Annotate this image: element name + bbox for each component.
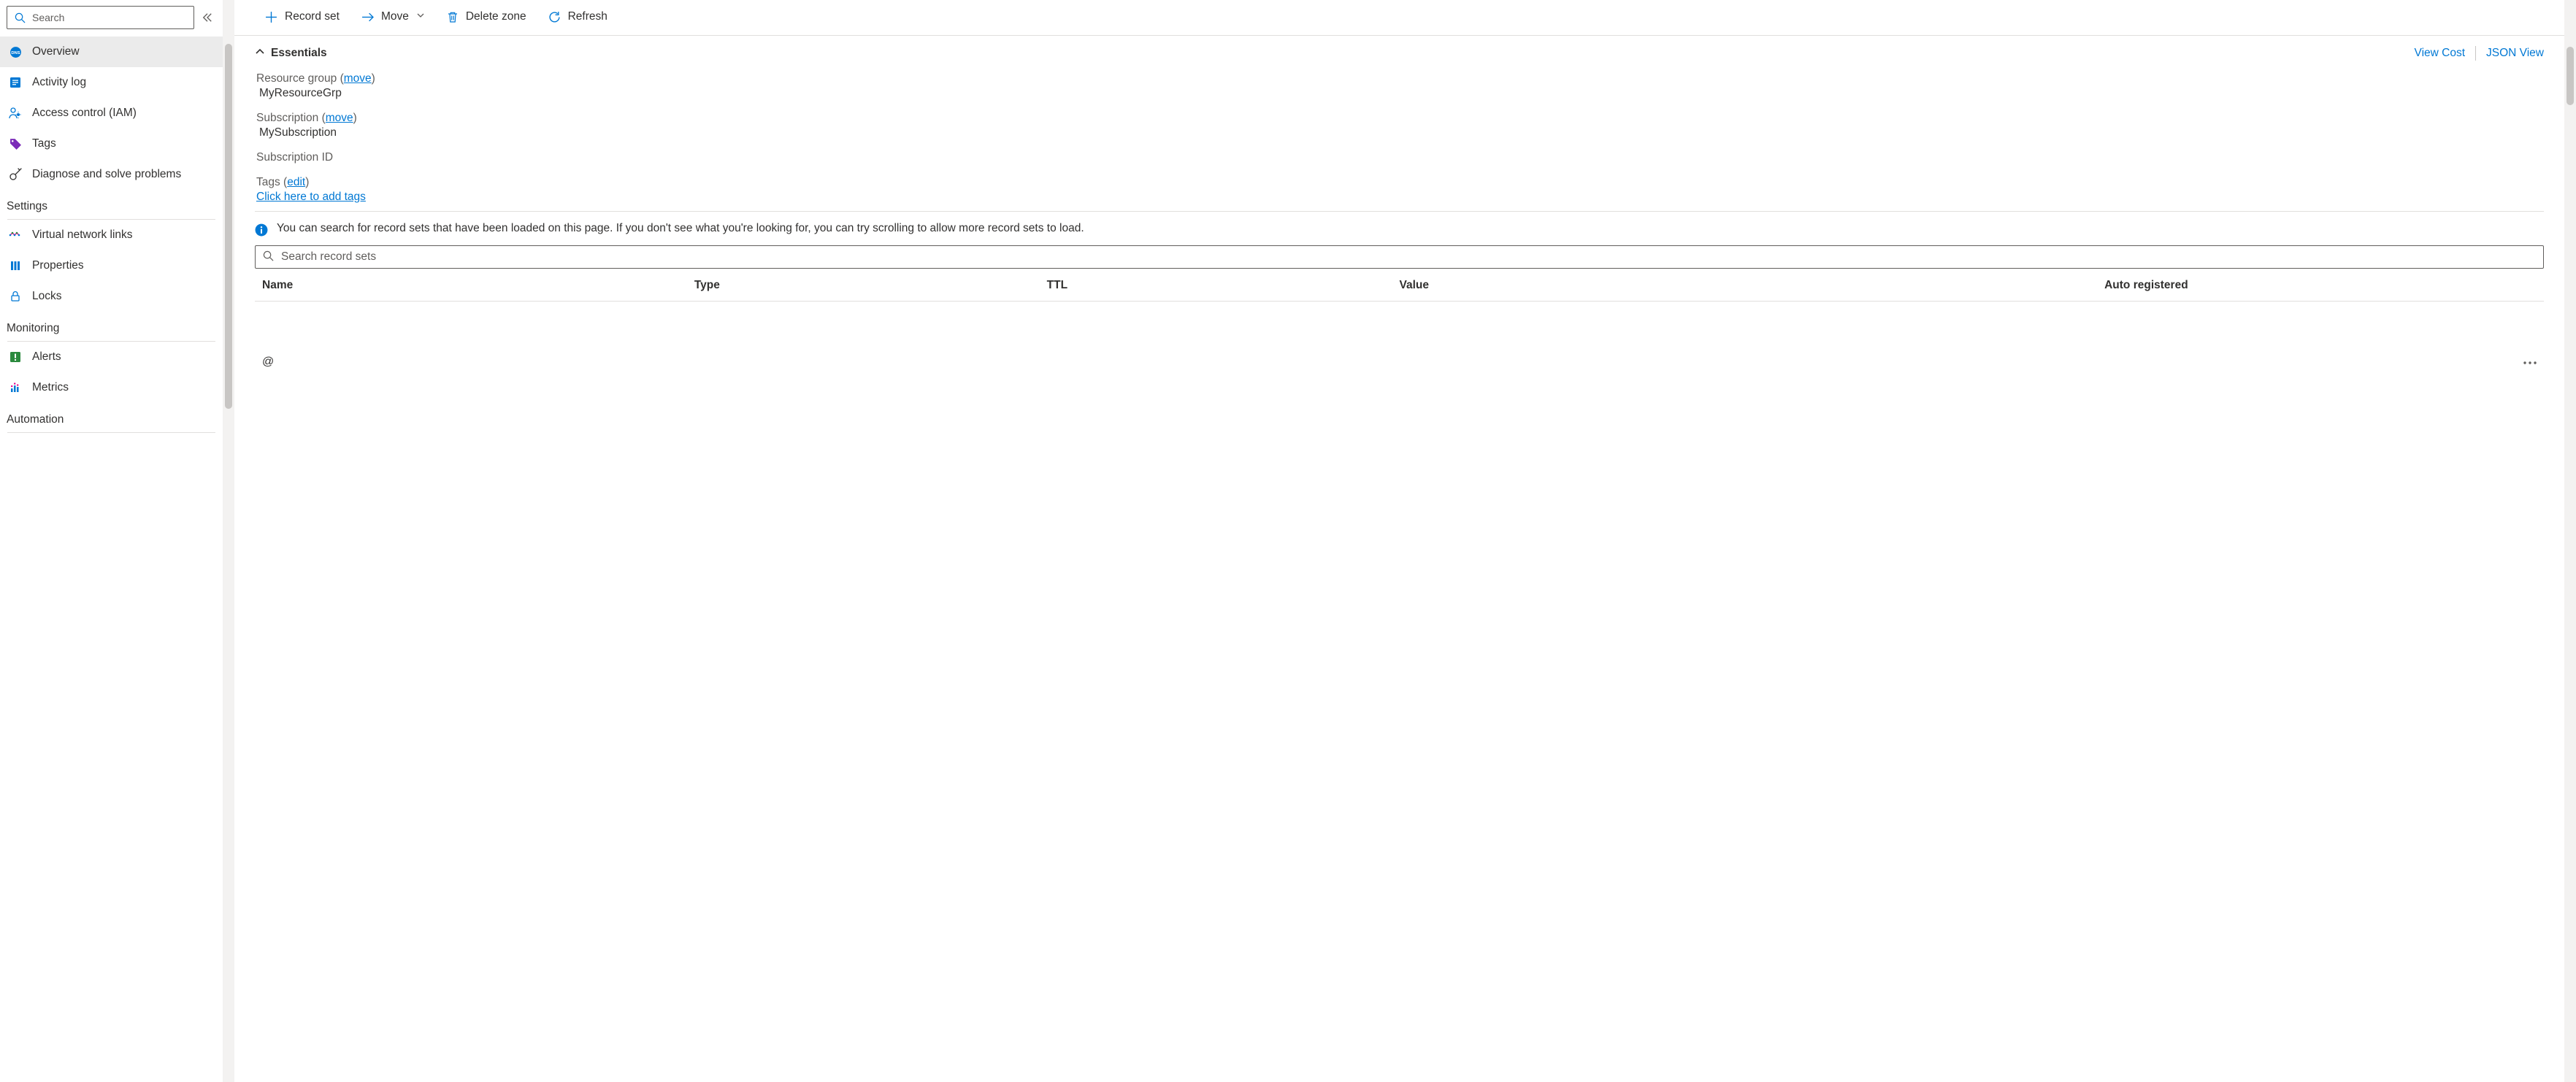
divider (255, 211, 2544, 212)
subscription-move-link[interactable]: move (326, 112, 353, 124)
delete-zone-button[interactable]: Delete zone (438, 6, 535, 28)
json-view-link[interactable]: JSON View (2486, 47, 2544, 60)
nav-item-activity-log[interactable]: Activity log (0, 67, 223, 98)
subscription-label: Subscription (move) (256, 112, 357, 124)
content-area: Essentials View Cost JSON View Resource … (234, 36, 2564, 1082)
sidebar: DNS Overview Activity log Access control… (0, 0, 223, 1082)
sidebar-collapse-button[interactable] (199, 9, 216, 26)
nav-item-locks[interactable]: Locks (0, 281, 223, 312)
nav-label: Tags (32, 137, 56, 150)
arrow-right-icon (361, 11, 374, 23)
chevron-down-icon (416, 10, 425, 23)
nav-label: Access control (IAM) (32, 107, 137, 120)
nav-label: Activity log (32, 76, 86, 89)
tool-label: Record set (285, 10, 340, 23)
nav-item-metrics[interactable]: Metrics (0, 372, 223, 403)
nav-item-vnet-links[interactable]: Virtual network links (0, 220, 223, 250)
nav-section-settings: Settings (0, 190, 223, 219)
nav-item-overview[interactable]: DNS Overview (0, 37, 223, 67)
col-auto[interactable]: Auto registered (2104, 279, 2507, 292)
chevron-up-icon (255, 47, 265, 61)
search-icon (13, 11, 26, 24)
access-control-icon (9, 107, 22, 120)
info-banner: You can search for record sets that have… (255, 220, 2544, 237)
col-type[interactable]: Type (694, 279, 1047, 292)
diagnose-icon (9, 168, 22, 181)
alerts-icon (9, 350, 22, 364)
main-panel: Record set Move Delete zone (234, 0, 2564, 1082)
tool-label: Refresh (568, 10, 607, 23)
move-button[interactable]: Move (353, 6, 434, 28)
essentials-body: Resource group (move) MyResourceGrp Subs… (255, 72, 2544, 204)
nav-label: Locks (32, 290, 62, 303)
metrics-icon (9, 381, 22, 394)
divider (7, 432, 215, 433)
vnet-links-icon (9, 229, 22, 242)
toolbar: Record set Move Delete zone (234, 0, 2564, 36)
tool-label: Move (381, 10, 409, 23)
view-cost-link[interactable]: View Cost (2415, 47, 2466, 60)
resource-group-label: Resource group (move) (256, 72, 375, 85)
dns-zone-icon: DNS (9, 45, 22, 58)
sidebar-search-input[interactable] (32, 12, 188, 23)
row-actions-menu[interactable] (2507, 356, 2537, 369)
sidebar-scrollbar[interactable] (223, 0, 234, 1082)
scrollbar-thumb[interactable] (225, 44, 232, 409)
info-text: You can search for record sets that have… (277, 220, 1084, 237)
nav-label: Diagnose and solve problems (32, 168, 181, 181)
activity-log-icon (9, 76, 22, 89)
resource-group-value: MyResourceGrp (259, 87, 2544, 100)
nav-item-alerts[interactable]: Alerts (0, 342, 223, 372)
nav-section-automation: Automation (0, 403, 223, 432)
tags-edit-link[interactable]: edit (287, 176, 305, 188)
trash-icon (447, 11, 459, 23)
records-search-input[interactable] (281, 250, 2536, 264)
add-tags-link[interactable]: Click here to add tags (256, 191, 366, 204)
plus-icon (265, 11, 277, 23)
nav-label: Properties (32, 259, 84, 272)
tags-label: Tags (edit) (256, 176, 309, 188)
subscription-id-label: Subscription ID (256, 151, 333, 164)
nav-section-monitoring: Monitoring (0, 312, 223, 341)
essentials-title: Essentials (271, 47, 327, 60)
nav-label: Overview (32, 45, 80, 58)
nav-label: Virtual network links (32, 229, 133, 242)
nav-item-diagnose[interactable]: Diagnose and solve problems (0, 159, 223, 190)
record-set-button[interactable]: Record set (256, 6, 348, 28)
records-search[interactable] (255, 245, 2544, 269)
scrollbar-thumb[interactable] (2567, 47, 2574, 105)
tags-icon (9, 137, 22, 150)
subscription-value: MySubscription (259, 126, 2544, 139)
record-name: @ (262, 356, 694, 369)
search-icon (263, 250, 274, 264)
main-scrollbar[interactable] (2564, 0, 2576, 1082)
nav-item-access-control[interactable]: Access control (IAM) (0, 98, 223, 128)
record-row[interactable]: @ (255, 345, 2544, 379)
properties-icon (9, 259, 22, 272)
resource-group-move-link[interactable]: move (344, 72, 372, 85)
locks-icon (9, 290, 22, 303)
nav-label: Alerts (32, 350, 61, 364)
nav-label: Metrics (32, 381, 69, 394)
records-table: Name Type TTL Value Auto registered @ (255, 269, 2544, 379)
divider (2475, 46, 2476, 61)
refresh-button[interactable]: Refresh (540, 6, 616, 28)
col-ttl[interactable]: TTL (1047, 279, 1400, 292)
nav-item-properties[interactable]: Properties (0, 250, 223, 281)
col-name[interactable]: Name (262, 279, 694, 292)
essentials-toggle[interactable]: Essentials (255, 47, 327, 61)
tool-label: Delete zone (466, 10, 526, 23)
nav-item-tags[interactable]: Tags (0, 128, 223, 159)
info-icon (255, 223, 268, 237)
sidebar-search[interactable] (7, 6, 194, 29)
col-value[interactable]: Value (1399, 279, 2104, 292)
svg-text:DNS: DNS (11, 51, 20, 55)
records-head: Name Type TTL Value Auto registered (255, 269, 2544, 302)
refresh-icon (548, 11, 561, 23)
